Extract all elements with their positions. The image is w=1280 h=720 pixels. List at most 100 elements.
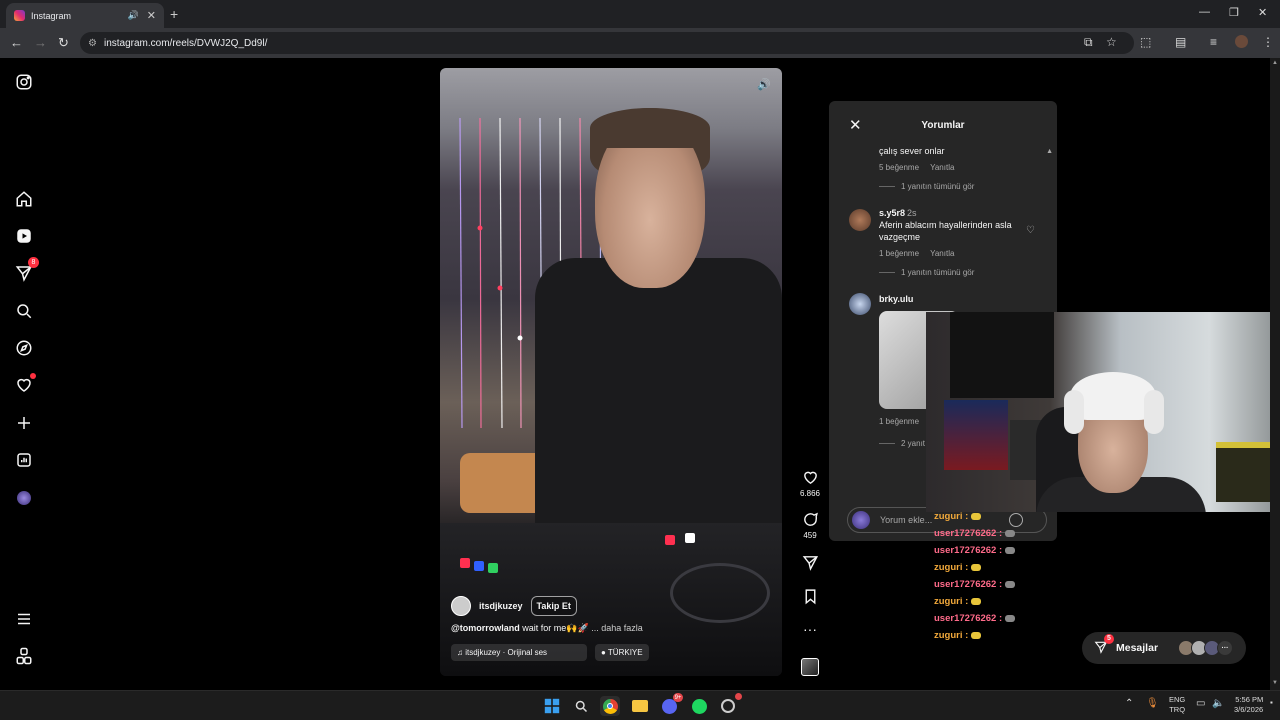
cast-icon[interactable]: ⧉ [1084, 35, 1093, 50]
forward-icon[interactable]: → [34, 35, 47, 50]
stream-chat: zuguri : user17276262 : user17276262 : zugu… [934, 508, 1064, 644]
search-icon[interactable] [14, 301, 34, 321]
reel-video[interactable]: 🔊 itsdjkuzey Takip Et @tomorrowland wait… [440, 68, 782, 676]
taskbar: 9+ ⌃ 🎙 ENG TRQ ▭ 🔈 5:56 PM 3/6/2026 ▪ [0, 690, 1280, 720]
caption-mention[interactable]: @tomorrowland [451, 623, 520, 633]
more-menu-icon[interactable] [14, 609, 34, 629]
app-badge [735, 693, 742, 700]
comment-likes[interactable]: 1 beğenme [879, 249, 919, 258]
commenter-avatar[interactable] [849, 293, 871, 315]
messages-button[interactable]: 5 Mesajlar ··· [1082, 632, 1246, 664]
window-close-button[interactable]: ✕ [1258, 6, 1267, 19]
file-explorer-icon[interactable] [630, 696, 650, 716]
reply-link[interactable]: Yanıtla [930, 249, 954, 258]
start-windows-icon[interactable] [542, 696, 562, 716]
more-avatars-icon: ··· [1217, 640, 1233, 656]
save-button[interactable] [795, 588, 825, 608]
language-line: ENG [1169, 695, 1186, 704]
home-icon[interactable] [14, 189, 34, 209]
extensions-icon[interactable]: ⬚ [1140, 35, 1151, 49]
clock-time: 5:56 PM [1235, 695, 1264, 704]
tray-overflow-icon[interactable]: ⌃ [1125, 698, 1133, 709]
browser-tab[interactable]: Instagram 🔊 ✕ [6, 3, 164, 28]
chat-username: user17276262 : [934, 579, 1003, 590]
reel-author-avatar[interactable] [451, 596, 471, 616]
scroll-down-arrow-icon[interactable]: ▼ [1272, 680, 1278, 686]
menu-dots-icon[interactable]: ⋮ [1262, 35, 1274, 49]
volume-icon[interactable]: 🔊 [756, 78, 772, 94]
audio-pill[interactable]: ♫ itsdjkuzey · Orijinal ses [451, 644, 587, 661]
explore-icon[interactable] [14, 338, 34, 358]
messages-icon[interactable]: 8 [14, 257, 39, 283]
commenter-username[interactable]: s.y5r8 [879, 208, 905, 218]
comment-like-icon[interactable]: ♡ [1026, 225, 1035, 236]
volume-icon[interactable]: 🔈 [1212, 698, 1224, 709]
search-icon[interactable] [571, 696, 591, 716]
view-replies-link[interactable]: 1 yanıtın tümünü gör [879, 268, 1049, 277]
page-scrollbar[interactable]: ▲ ▼ [1270, 58, 1280, 690]
reel-info: itsdjkuzey Takip Et @tomorrowland wait f… [451, 596, 771, 661]
maximize-button[interactable]: ❐ [1229, 6, 1239, 19]
caption-more-link[interactable]: ... daha fazla [591, 623, 643, 633]
reload-icon[interactable]: ↻ [58, 35, 69, 51]
discord-icon[interactable]: 9+ [659, 693, 683, 716]
comment-time: 2s [907, 208, 917, 218]
heart-icon[interactable] [14, 373, 36, 395]
notification-bell-icon[interactable]: ▪ [1270, 698, 1273, 707]
dashboard-icon[interactable] [14, 450, 34, 470]
profile-avatar[interactable] [14, 488, 34, 508]
instagram-favicon-icon [14, 10, 25, 21]
also-from-meta-icon[interactable] [14, 646, 34, 666]
pad-white [685, 533, 695, 543]
reels-icon[interactable] [14, 226, 34, 246]
comment-likes[interactable]: 1 beğenme [879, 417, 919, 426]
comment-button[interactable]: 459 [795, 511, 825, 540]
share-button[interactable] [795, 554, 825, 574]
media-icon[interactable]: ≡ [1210, 35, 1217, 49]
language-indicator[interactable]: ENG TRQ [1169, 695, 1185, 715]
comment-likes[interactable]: 5 beğenme [879, 163, 919, 172]
commenter-username[interactable]: brky.ulu [879, 294, 913, 304]
minimize-button[interactable]: — [1199, 6, 1210, 18]
sidepanel-icon[interactable]: ▤ [1175, 35, 1186, 49]
caption-text: wait for me🙌🚀 [519, 623, 589, 633]
discord-badge: 9+ [673, 693, 683, 702]
settings-gear-icon[interactable] [718, 693, 742, 716]
view-replies-link[interactable]: 2 yanıt [879, 439, 925, 448]
spotify-icon[interactable] [689, 696, 709, 716]
pad-blue [474, 561, 484, 571]
webcam-overlay [926, 312, 1280, 512]
profile-avatar[interactable] [1235, 35, 1248, 48]
like-button[interactable]: 6.866 [795, 469, 825, 498]
view-replies-link[interactable]: 1 yanıtın tümünü gör [879, 182, 1049, 191]
follow-button[interactable]: Takip Et [530, 596, 577, 616]
chat-message: zuguri : [934, 593, 1064, 610]
create-plus-icon[interactable] [14, 413, 34, 433]
more-options-icon[interactable]: ··· [795, 622, 825, 636]
address-bar[interactable]: ⚙ instagram.com/reels/DVWJ2Q_Dd9l/ [80, 32, 1134, 54]
pad-red [460, 558, 470, 568]
reply-link[interactable]: Yanıtla [930, 163, 954, 172]
messages-label: Mesajlar [1116, 642, 1159, 654]
bookmark-icon [805, 589, 815, 605]
reel-author-username[interactable]: itsdjkuzey [479, 601, 523, 611]
chat-emote-icon [1005, 614, 1016, 622]
headphone-right [1144, 390, 1164, 434]
chrome-icon[interactable] [600, 696, 620, 716]
network-icon[interactable]: ▭ [1196, 698, 1205, 709]
location-pill[interactable]: ● TÜRKIYE [595, 644, 649, 661]
back-icon[interactable]: ← [10, 35, 23, 50]
site-info-icon[interactable]: ⚙ [88, 38, 97, 49]
instagram-logo-icon[interactable] [14, 72, 34, 92]
pad-red [665, 535, 675, 545]
audio-thumbnail[interactable] [801, 658, 819, 676]
system-clock[interactable]: 5:56 PM 3/6/2026 [1234, 695, 1263, 715]
bookmark-star-icon[interactable]: ☆ [1106, 35, 1117, 49]
microphone-icon[interactable]: 🎙 [1146, 698, 1159, 709]
chat-emote-icon [971, 512, 982, 520]
new-tab-button[interactable]: + [170, 6, 178, 22]
tab-close-icon[interactable]: ✕ [147, 9, 156, 22]
commenter-avatar[interactable] [849, 209, 871, 231]
scroll-up-arrow-icon[interactable]: ▲ [1272, 60, 1278, 66]
tab-audio-icon[interactable]: 🔊 [128, 10, 139, 21]
